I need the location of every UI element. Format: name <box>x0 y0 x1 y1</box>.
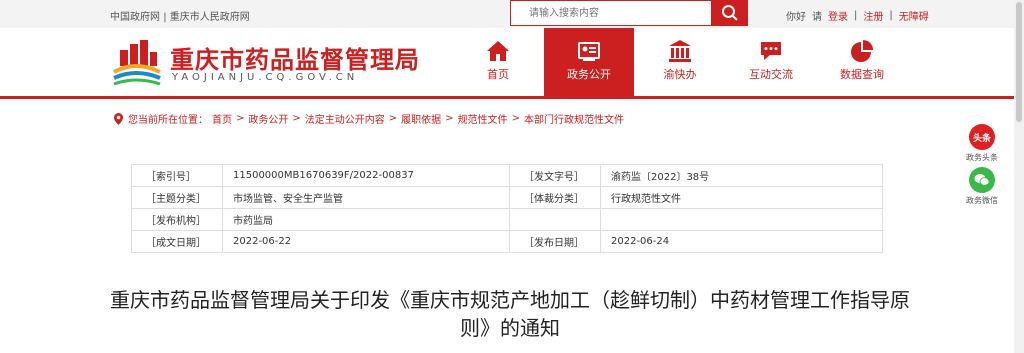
link-chongqing-gov[interactable]: 重庆市人民政府网 <box>170 12 250 23</box>
breadcrumb-item[interactable]: 首页 <box>212 111 232 126</box>
meta-key: ［主题分类］ <box>131 186 223 209</box>
search-area <box>510 0 748 26</box>
search-input[interactable] <box>511 2 709 25</box>
side-wechat[interactable]: 政务微信 <box>962 167 1002 206</box>
meta-key: ［发布机构］ <box>131 208 223 231</box>
id-card-icon <box>578 42 600 61</box>
nav-label: 互动交流 <box>749 68 793 81</box>
accessibility-link[interactable]: 无障碍 <box>899 8 929 23</box>
breadcrumb-separator: > <box>236 113 245 124</box>
user-link-separator: | <box>889 10 893 21</box>
site-header: 重庆市药品监督管理局 YAOJIANJU.CQ.GOV.CN 首页 政务公开 渝… <box>0 28 1024 99</box>
meta-value: 渝药监〔2022〕38号 <box>600 164 883 187</box>
chat-bubble-icon <box>761 42 781 60</box>
nav-home[interactable]: 首页 <box>453 28 543 94</box>
table-row: ［成文日期］ 2022-06-22 ［发布日期］ 2022-06-24 <box>131 230 883 253</box>
meta-key: ［发布日期］ <box>509 230 601 253</box>
nav-data-query[interactable]: 数据查询 <box>817 28 907 94</box>
location-pin-icon <box>114 112 123 125</box>
breadcrumb-item[interactable]: 履职依据 <box>401 111 441 126</box>
link-separator: | <box>163 12 167 23</box>
meta-value: 11500000MB1670639F/2022-00837 <box>222 164 510 187</box>
nav-label: 渝快办 <box>663 68 697 81</box>
register-link[interactable]: 注册 <box>863 8 883 23</box>
toutiao-caption: 政务头条 <box>966 153 998 162</box>
site-name[interactable]: 重庆市药品监督管理局 <box>170 40 420 75</box>
nav-government-affairs[interactable]: 政务公开 <box>544 28 634 96</box>
search-button[interactable] <box>712 0 748 26</box>
nav-interaction[interactable]: 互动交流 <box>726 28 816 94</box>
side-toutiao[interactable]: 头条 政务头条 <box>962 124 1002 163</box>
home-icon <box>487 41 509 61</box>
nav-label: 数据查询 <box>840 68 884 81</box>
meta-key: ［发文字号］ <box>509 164 601 187</box>
user-link-separator: | <box>854 10 858 21</box>
meta-value: 2022-06-24 <box>600 230 883 253</box>
page-scrollbar[interactable] <box>1014 0 1024 353</box>
wechat-icon[interactable] <box>969 167 995 193</box>
meta-key: ［索引号］ <box>131 164 223 187</box>
site-logo[interactable] <box>110 38 162 88</box>
document-title: 重庆市药品监督管理局关于印发《重庆市规范产地加工（趁鲜切制）中药材管理工作指导原… <box>110 288 910 340</box>
nav-label: 政务公开 <box>567 68 611 81</box>
breadcrumb-separator: > <box>292 113 301 124</box>
scrollbar-thumb[interactable] <box>1016 2 1022 122</box>
meta-value: 2022-06-22 <box>222 230 510 253</box>
meta-value: 行政规范性文件 <box>600 186 883 209</box>
table-row: ［索引号］ 11500000MB1670639F/2022-00837 ［发文字… <box>131 164 883 187</box>
breadcrumb-separator: > <box>511 113 520 124</box>
toutiao-icon[interactable]: 头条 <box>969 124 995 150</box>
breadcrumb: 您当前所在位置： 首页 > 政务公开 > 法定主动公开内容 > 履职依据 > 规… <box>113 111 624 126</box>
pie-chart-icon <box>851 40 873 62</box>
nav-yukuaiban[interactable]: 渝快办 <box>635 28 725 94</box>
wechat-caption: 政务微信 <box>966 196 998 205</box>
government-building-icon <box>669 40 691 62</box>
breadcrumb-item[interactable]: 规范性文件 <box>458 111 508 126</box>
breadcrumb-lead: 您当前所在位置： <box>128 115 208 126</box>
site-domain: YAOJIANJU.CQ.GOV.CN <box>172 72 359 83</box>
search-icon <box>722 5 738 21</box>
please-text: 请 <box>812 12 822 23</box>
meta-value: 市场监管、安全生产监管 <box>222 186 510 209</box>
top-bar: 中国政府网 | 重庆市人民政府网 你好 请 登录 | 注册 | 无障碍 <box>0 0 1024 28</box>
nav-label: 首页 <box>487 68 509 81</box>
table-row: ［发布机构］ 市药监局 <box>131 208 883 231</box>
breadcrumb-separator: > <box>388 113 398 124</box>
table-row: ［主题分类］ 市场监管、安全生产监管 ［体裁分类］ 行政规范性文件 <box>131 186 883 209</box>
breadcrumb-item[interactable]: 本部门行政规范性文件 <box>524 111 624 126</box>
meta-key-empty <box>509 208 601 231</box>
document-meta-table: ［索引号］ 11500000MB1670639F/2022-00837 ［发文字… <box>131 164 883 253</box>
meta-key: ［成文日期］ <box>131 230 223 253</box>
search-box <box>510 0 712 26</box>
meta-value-empty <box>600 208 883 231</box>
breadcrumb-separator: > <box>445 113 454 124</box>
user-links: 你好 请 登录 | 注册 | 无障碍 <box>786 8 929 23</box>
top-links: 中国政府网 | 重庆市人民政府网 <box>110 8 250 23</box>
login-link[interactable]: 登录 <box>828 8 848 23</box>
breadcrumb-item[interactable]: 政务公开 <box>248 111 288 126</box>
link-china-gov[interactable]: 中国政府网 <box>110 12 160 23</box>
meta-value: 市药监局 <box>222 208 510 231</box>
breadcrumb-item[interactable]: 法定主动公开内容 <box>305 111 385 126</box>
greeting: 你好 <box>786 12 806 23</box>
meta-key: ［体裁分类］ <box>509 186 601 209</box>
